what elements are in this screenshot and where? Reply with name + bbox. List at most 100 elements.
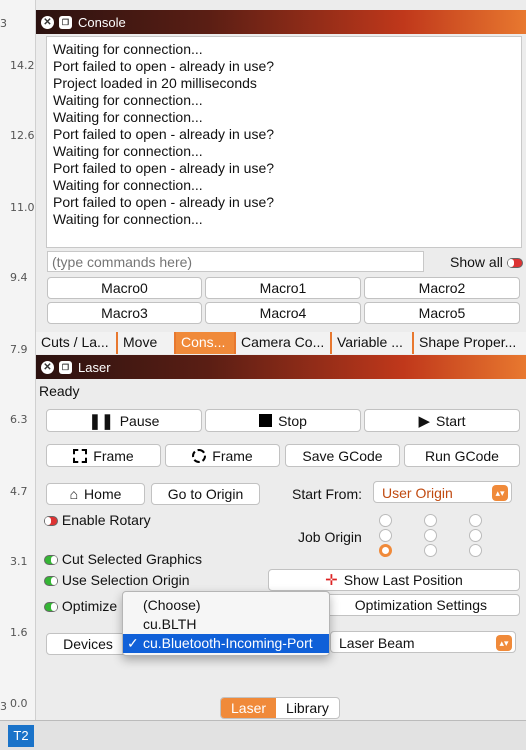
job-origin-radio[interactable] (379, 529, 392, 542)
job-origin-radio[interactable] (424, 544, 437, 557)
macro0-button[interactable]: Macro0 (47, 277, 202, 299)
use-selection-origin-toggle[interactable]: Use Selection Origin (44, 572, 190, 588)
ruler-tick: 4.7 (10, 485, 28, 498)
ruler-tick: 3 (0, 17, 7, 30)
job-origin-radio[interactable] (469, 544, 482, 557)
tab-console[interactable]: Cons... (174, 332, 234, 354)
job-origin-radio-selected[interactable] (379, 544, 392, 557)
job-origin-radio[interactable] (469, 529, 482, 542)
device-select[interactable]: Laser Beam ▴▾ (330, 631, 516, 653)
console-line: Waiting for connection... (53, 109, 203, 125)
port-dropdown-menu: (Choose) cu.BLTH ✓ cu.Bluetooth-Incoming… (122, 591, 330, 656)
tab-shape-properties[interactable]: Shape Proper... (412, 332, 526, 354)
job-origin-radio[interactable] (424, 514, 437, 527)
port-option[interactable]: (Choose) (123, 596, 329, 615)
tab-variable-text[interactable]: Variable ... (330, 332, 412, 354)
console-line: Waiting for connection... (53, 177, 203, 193)
frame-rect-label: Frame (93, 447, 134, 464)
ruler-tick: 14.2 (10, 59, 35, 72)
console-line: Waiting for connection... (53, 41, 203, 57)
vertical-ruler: 3 14.2 12.6 11.0 9.4 7.9 6.3 4.7 3.1 1.6… (0, 0, 36, 720)
show-all-label: Show all (450, 254, 503, 270)
use-selection-origin-label: Use Selection Origin (61, 572, 190, 588)
optimize-switch[interactable] (44, 602, 58, 613)
macro3-button[interactable]: Macro3 (47, 302, 202, 324)
taskbar-t2-button[interactable]: T2 (8, 725, 34, 747)
pause-button[interactable]: ❚❚ Pause (46, 409, 202, 432)
console-titlebar: ✕ ❐ Console (36, 10, 526, 34)
show-all-switch[interactable] (506, 258, 523, 269)
cut-selected-label: Cut Selected Graphics (61, 551, 202, 567)
float-icon[interactable]: ❐ (59, 360, 72, 374)
chevron-updown-icon: ▴▾ (492, 485, 508, 501)
console-line: Port failed to open - already in use? (53, 126, 275, 142)
home-button[interactable]: ⌂ Home (46, 483, 145, 505)
job-origin-label: Job Origin (298, 529, 362, 545)
cut-selected-switch[interactable] (44, 555, 58, 566)
save-gcode-button[interactable]: Save GCode (285, 444, 400, 467)
stop-button[interactable]: Stop (205, 409, 361, 432)
console-line: Waiting for connection... (53, 92, 203, 108)
port-option-label: cu.Bluetooth-Incoming-Port (143, 635, 313, 651)
float-icon[interactable]: ❐ (59, 15, 72, 29)
start-label: Start (435, 412, 466, 429)
ruler-tick: 7.9 (10, 343, 28, 356)
show-last-position-button[interactable]: ✛ Show Last Position (268, 569, 520, 591)
use-selection-origin-switch[interactable] (44, 576, 58, 587)
ruler-tick: 3 (0, 700, 7, 713)
go-to-origin-button[interactable]: Go to Origin (151, 483, 260, 505)
chevron-updown-icon: ▴▾ (496, 635, 512, 651)
start-button[interactable]: ▶ Start (364, 409, 520, 432)
tab-cuts-layers[interactable]: Cuts / La... (36, 332, 116, 354)
macro1-button[interactable]: Macro1 (205, 277, 361, 299)
frame-rect-button[interactable]: Frame (46, 444, 161, 467)
cut-selected-toggle[interactable]: Cut Selected Graphics (44, 551, 202, 567)
tab-library[interactable]: Library (276, 698, 339, 718)
command-input[interactable] (47, 251, 424, 272)
frame-circle-label: Frame (212, 447, 253, 464)
enable-rotary-switch[interactable] (44, 516, 58, 527)
close-icon[interactable]: ✕ (41, 15, 54, 29)
pause-label: Pause (119, 412, 160, 429)
close-icon[interactable]: ✕ (41, 360, 54, 374)
start-from-select[interactable]: User Origin ▴▾ (373, 481, 512, 503)
crosshair-icon: ✛ (325, 572, 338, 589)
pause-icon: ❚❚ (88, 412, 114, 430)
start-from-value: User Origin (382, 485, 453, 501)
home-icon: ⌂ (69, 486, 79, 502)
laser-status: Ready (39, 383, 80, 399)
console-output[interactable]: Waiting for connection... Port failed to… (46, 36, 522, 248)
panel-tabs: Cuts / La... Move Cons... Camera Co... V… (36, 332, 526, 354)
ruler-tick: 3.1 (10, 555, 28, 568)
run-gcode-button[interactable]: Run GCode (404, 444, 520, 467)
show-all-toggle[interactable]: Show all (450, 254, 523, 270)
job-origin-radio[interactable] (379, 514, 392, 527)
macro5-button[interactable]: Macro5 (364, 302, 520, 324)
console-line: Port failed to open - already in use? (53, 194, 275, 210)
frame-circle-icon (192, 448, 207, 463)
console-line: Port failed to open - already in use? (53, 58, 275, 74)
tab-move[interactable]: Move (116, 332, 174, 354)
ruler-tick: 12.6 (10, 129, 35, 142)
devices-button[interactable]: Devices (46, 633, 130, 655)
ruler-tick: 11.0 (10, 201, 35, 214)
port-option-selected[interactable]: ✓ cu.Bluetooth-Incoming-Port (123, 634, 329, 653)
console-title: Console (78, 14, 126, 30)
device-select-value: Laser Beam (339, 635, 415, 651)
job-origin-radio[interactable] (424, 529, 437, 542)
tab-camera-control[interactable]: Camera Co... (234, 332, 330, 354)
optimize-toggle[interactable]: Optimize (44, 598, 117, 614)
tab-laser[interactable]: Laser (221, 698, 277, 718)
optimize-label: Optimize (61, 598, 118, 614)
console-line: Waiting for connection... (53, 143, 203, 159)
job-origin-radio[interactable] (469, 514, 482, 527)
macro2-button[interactable]: Macro2 (364, 277, 520, 299)
port-option[interactable]: cu.BLTH (123, 615, 329, 634)
home-label: Home (84, 486, 122, 502)
enable-rotary-toggle[interactable]: Enable Rotary (44, 512, 151, 528)
taskbar: T2 (0, 720, 526, 750)
enable-rotary-label: Enable Rotary (61, 512, 151, 528)
macro4-button[interactable]: Macro4 (205, 302, 361, 324)
frame-rect-icon (73, 448, 88, 463)
frame-circle-button[interactable]: Frame (165, 444, 280, 467)
